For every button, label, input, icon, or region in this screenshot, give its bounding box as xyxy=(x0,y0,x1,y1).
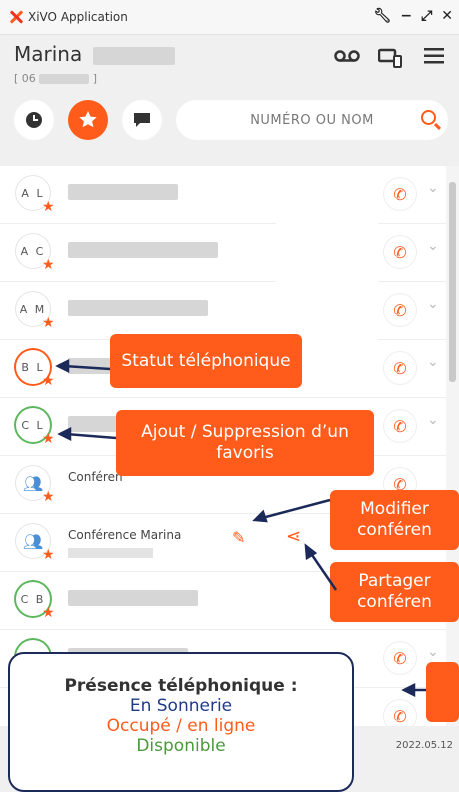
legend-available: Disponible xyxy=(136,736,226,756)
presence-legend: Présence téléphonique : En Sonnerie Occu… xyxy=(8,652,354,792)
version-label: 2022.05.12 xyxy=(395,740,453,751)
legend-ringing: En Sonnerie xyxy=(129,696,233,716)
legend-title: Présence téléphonique : xyxy=(64,676,298,696)
annotation-arrows xyxy=(55,358,426,698)
legend-busy: Occupé / en ligne xyxy=(106,716,256,736)
